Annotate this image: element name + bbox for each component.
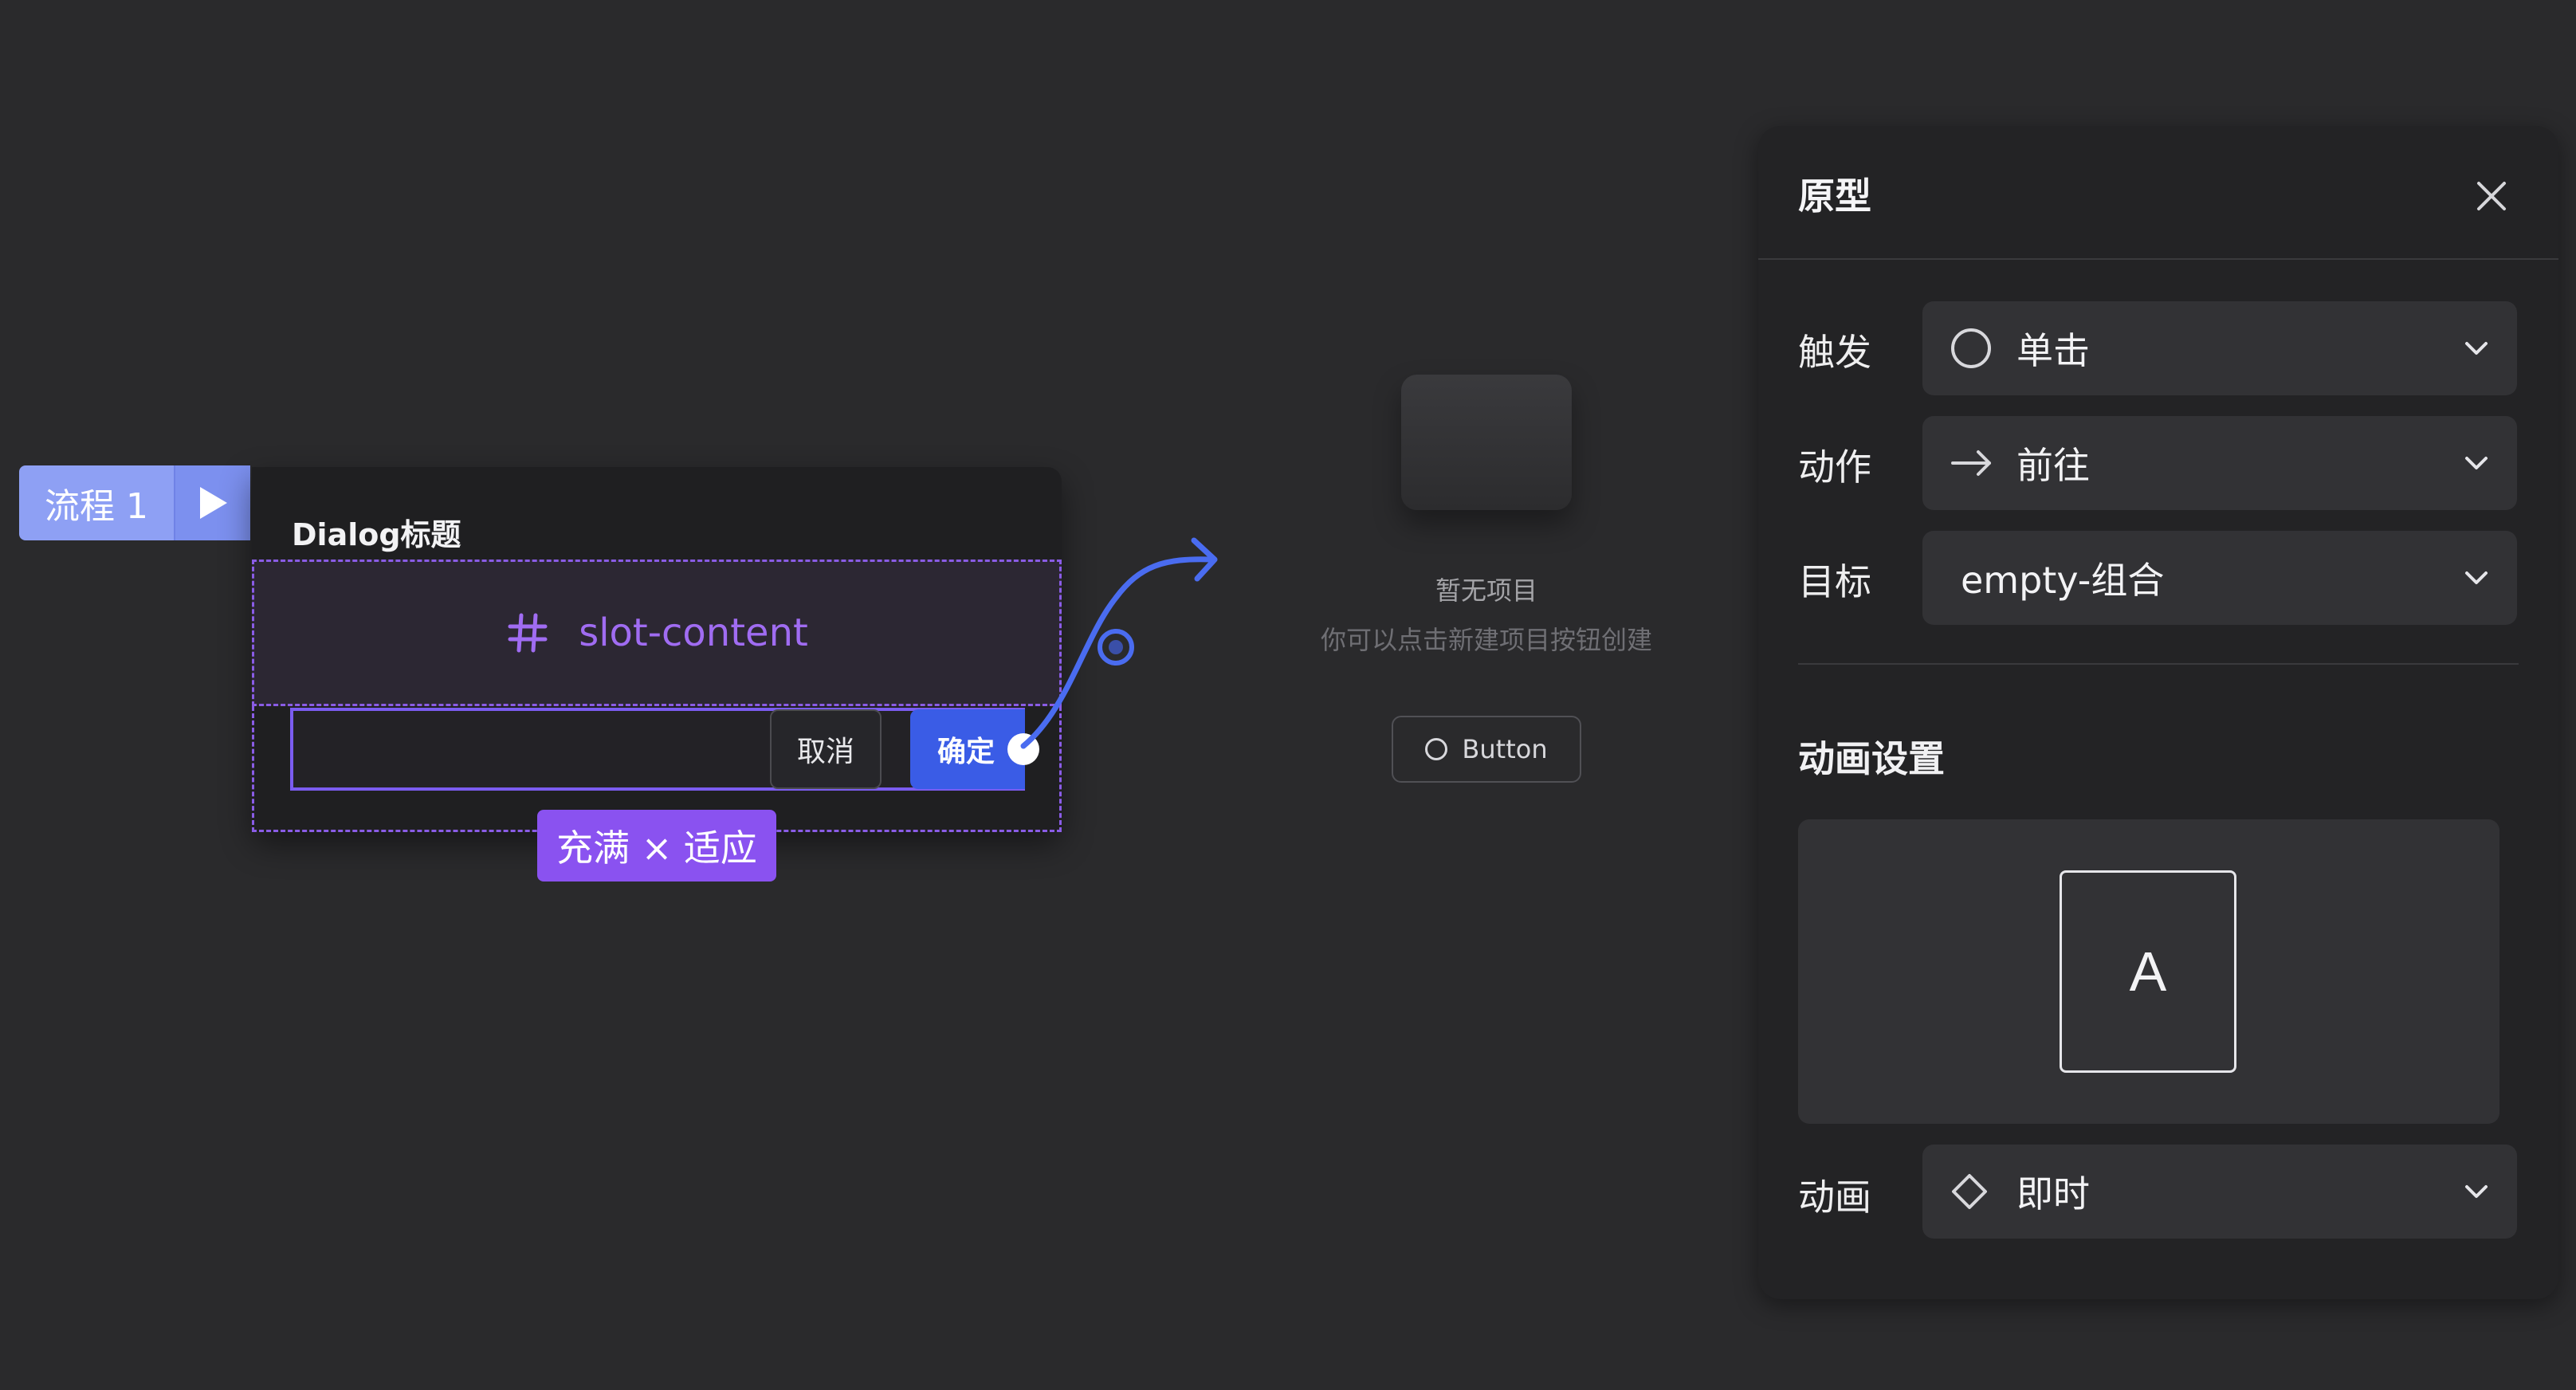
close-button[interactable]: [2468, 172, 2515, 220]
dialog-title: Dialog标题: [292, 517, 461, 552]
cancel-button[interactable]: 取消: [770, 709, 882, 789]
target-label: 目标: [1798, 560, 1871, 603]
circle-icon: [1425, 738, 1448, 760]
chevron-down-icon: [2465, 342, 2488, 355]
arrow-right-icon: [1950, 439, 1997, 487]
diamond-icon: [1950, 1168, 1997, 1215]
trigger-select[interactable]: 单击: [1922, 301, 2517, 395]
target-select[interactable]: empty-组合: [1922, 531, 2517, 625]
circle-icon: [1950, 324, 1997, 372]
flow-tag[interactable]: 流程 1: [19, 465, 250, 540]
empty-state-button[interactable]: Button: [1392, 716, 1581, 783]
play-button[interactable]: [174, 465, 250, 540]
section-divider: [1798, 663, 2519, 665]
slot-label: slot-content: [579, 611, 808, 655]
trigger-value: 单击: [2016, 329, 2090, 372]
trigger-label: 触发: [1798, 331, 1871, 374]
panel-header-divider: [1758, 258, 2558, 260]
preview-letter: A: [2060, 870, 2236, 1073]
animation-settings-title: 动画设置: [1798, 737, 1945, 780]
animation-value: 即时: [2016, 1172, 2090, 1215]
action-value: 前往: [2016, 444, 2090, 487]
chevron-down-icon: [2465, 1185, 2488, 1198]
empty-state-button-label: Button: [1462, 734, 1548, 764]
hash-icon: [508, 613, 548, 653]
panel-title: 原型: [1798, 175, 1871, 218]
action-select[interactable]: 前往: [1922, 416, 2517, 510]
chevron-down-icon: [2465, 457, 2488, 469]
empty-title: 暂无项目: [1435, 575, 1537, 606]
play-icon: [200, 487, 227, 519]
animation-select[interactable]: 即时: [1922, 1145, 2517, 1239]
flow-label: 流程 1: [45, 486, 148, 527]
chevron-down-icon: [2465, 571, 2488, 584]
target-value: empty-组合: [1961, 559, 2165, 602]
flow-connector[interactable]: [1020, 526, 1259, 781]
slot-content: slot-content: [252, 560, 1062, 706]
action-label: 动作: [1798, 446, 1871, 489]
close-icon: [2477, 182, 2506, 210]
empty-subtitle: 你可以点击新建项目按钮创建: [1320, 625, 1652, 655]
size-badge: 充满 × 适应: [537, 810, 776, 882]
animation-label: 动画: [1798, 1176, 1871, 1219]
empty-box-icon: [1401, 375, 1572, 510]
